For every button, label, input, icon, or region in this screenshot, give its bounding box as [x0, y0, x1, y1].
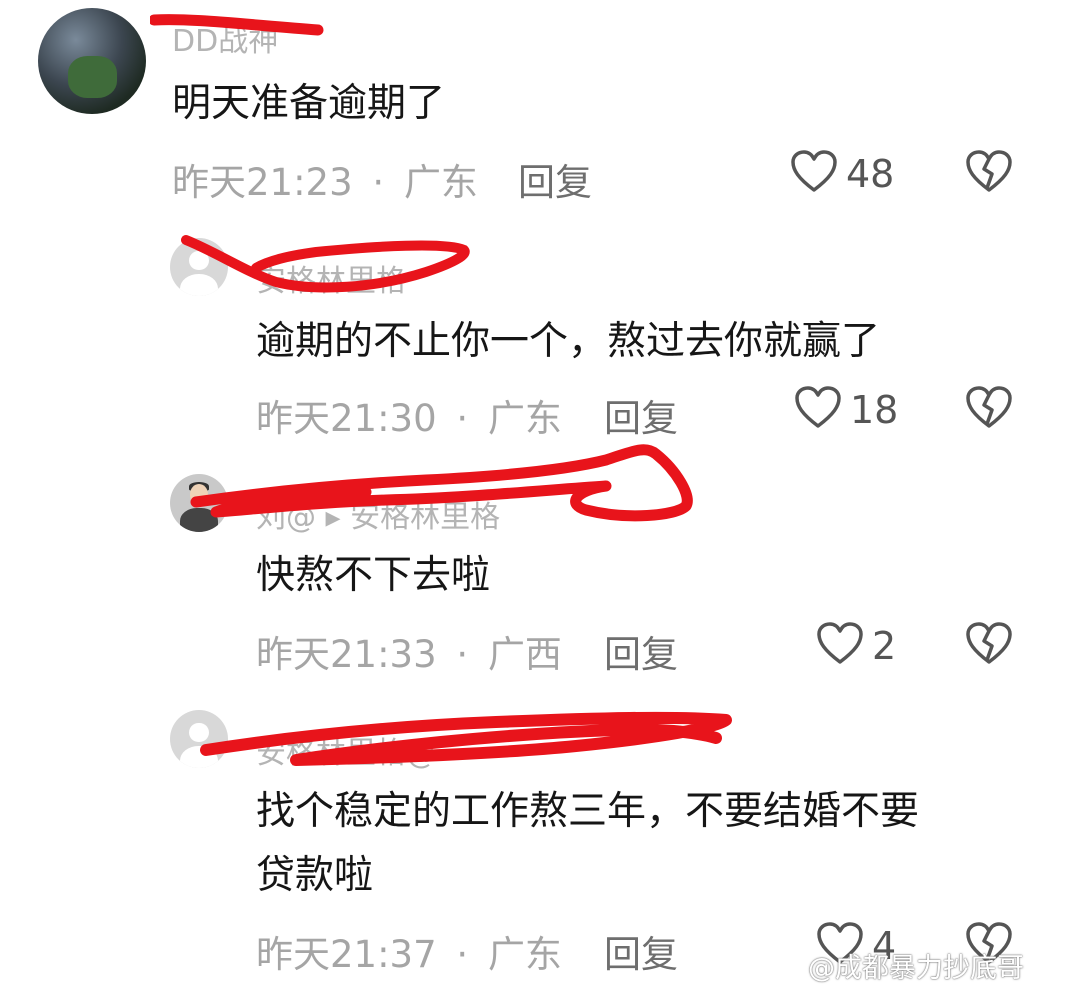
avatar[interactable]: [170, 474, 228, 532]
comment-text: 逾期的不止你一个，熬过去你就赢了: [256, 319, 881, 364]
avatar[interactable]: [170, 238, 228, 296]
comment-meta: 昨天21:30 · 广东: [256, 388, 562, 442]
avatar-head: [189, 250, 209, 271]
heart-outline-icon[interactable]: [816, 622, 864, 666]
timestamp: 昨天21:33: [256, 633, 437, 676]
avatar[interactable]: [38, 8, 146, 114]
reply-button[interactable]: 回复: [518, 152, 592, 206]
timestamp: 昨天21:30: [256, 397, 437, 440]
comment-text-line-1: 找个稳定的工作熬三年，不要结婚不要: [256, 789, 920, 834]
separator: ·: [456, 397, 469, 440]
broken-heart-icon[interactable]: [965, 386, 1013, 430]
location: 广东: [403, 161, 478, 204]
reply-button[interactable]: 回复: [604, 388, 678, 442]
timestamp: 昨天21:23: [172, 161, 353, 204]
username[interactable]: DD战神: [172, 16, 278, 60]
comment-text: 明天准备逾期了: [172, 81, 446, 126]
username[interactable]: 刘@ ▸ 安格林里格: [256, 492, 500, 536]
like-count: 48: [846, 152, 895, 196]
reply-button[interactable]: 回复: [604, 624, 678, 678]
avatar-head: [189, 484, 209, 506]
separator: ·: [456, 933, 469, 976]
avatar-head: [189, 722, 209, 743]
comment-text: 快熬不下去啦: [256, 553, 491, 598]
comment-meta: 昨天21:23 · 广东: [172, 152, 478, 206]
watermark: @成都暴力抄底哥: [808, 953, 1024, 984]
username[interactable]: 安格林里格: [256, 256, 406, 300]
like-count: 2: [872, 624, 897, 668]
timestamp: 昨天21:37: [256, 933, 437, 976]
avatar-body: [180, 745, 218, 768]
reply-button[interactable]: 回复: [604, 924, 678, 978]
location: 广东: [487, 933, 562, 976]
location: 广东: [487, 397, 562, 440]
location: 广西: [487, 633, 562, 676]
comment-meta: 昨天21:33 · 广西: [256, 624, 562, 678]
heart-outline-icon[interactable]: [794, 386, 842, 430]
separator: ·: [372, 161, 385, 204]
avatar[interactable]: [170, 710, 228, 768]
username[interactable]: 安格林里格@: [256, 728, 436, 772]
broken-heart-icon[interactable]: [965, 150, 1013, 194]
like-count: 18: [850, 388, 899, 432]
avatar-body: [180, 273, 218, 296]
separator: ·: [456, 633, 469, 676]
avatar-body: [180, 507, 218, 532]
broken-heart-icon[interactable]: [965, 622, 1013, 666]
comment-text-line-2: 贷款啦: [256, 853, 374, 898]
comment-meta: 昨天21:37 · 广东: [256, 924, 562, 978]
heart-outline-icon[interactable]: [790, 150, 838, 194]
